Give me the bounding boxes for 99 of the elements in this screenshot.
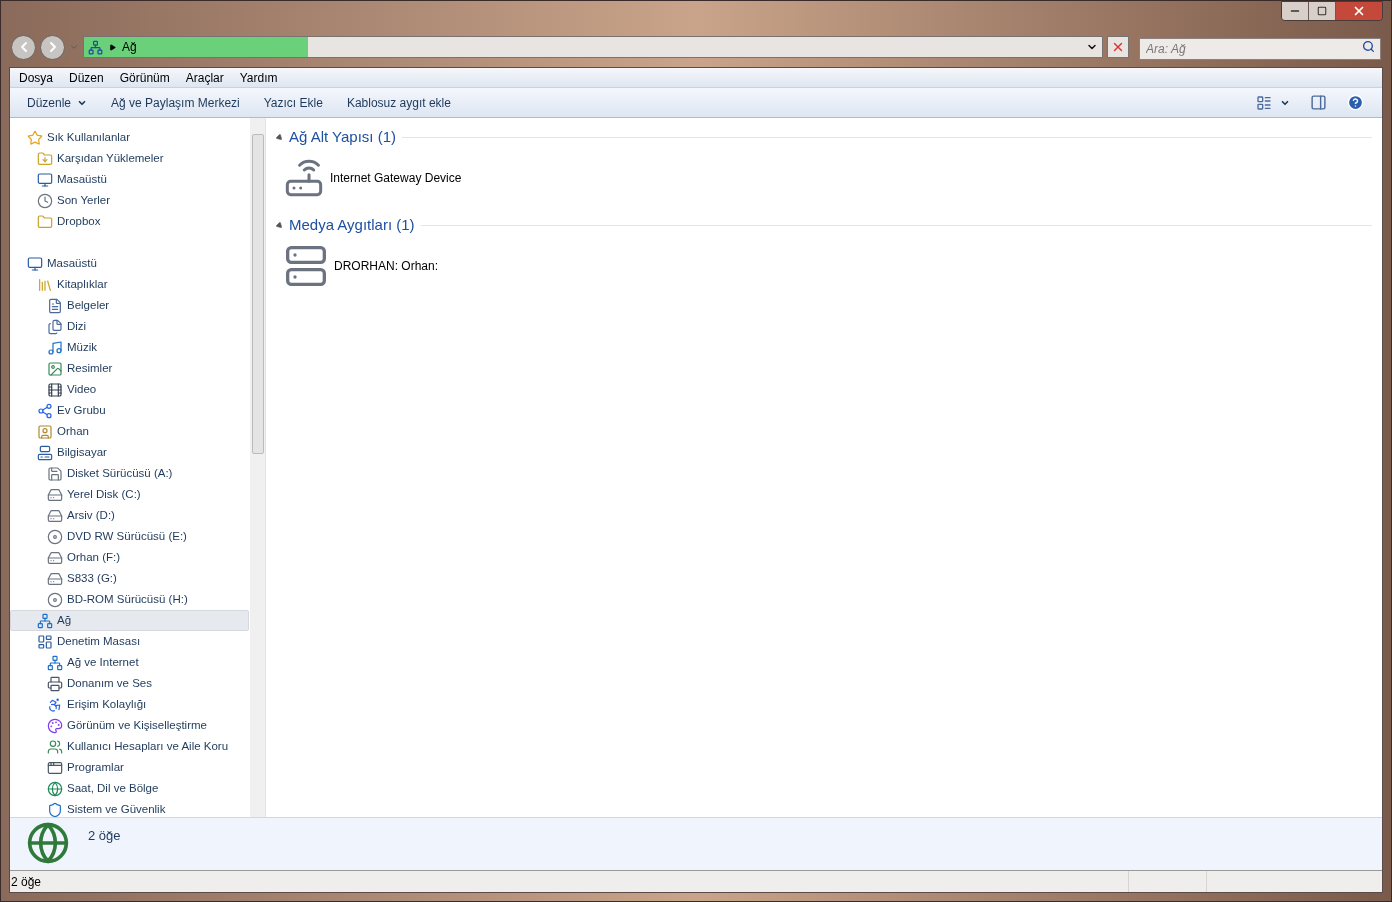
address-bar[interactable]: Ağ	[83, 36, 1103, 58]
navigation-item[interactable]: Disket Sürücüsü (A:)	[10, 463, 249, 484]
media-server-icon	[284, 244, 328, 288]
navigation-item[interactable]: Sistem ve Güvenlik	[10, 799, 249, 820]
navigation-item[interactable]: Denetim Masası	[10, 631, 249, 652]
user-folder-icon	[37, 423, 53, 440]
navigation-item[interactable]: Ağ	[10, 610, 249, 631]
navigation-item[interactable]: Müzik	[10, 337, 249, 358]
download-folder-icon	[37, 150, 53, 167]
navigation-item[interactable]: S833 (G:)	[10, 568, 249, 589]
navigation-item[interactable]: Orhan	[10, 421, 249, 442]
help-icon[interactable]	[1347, 94, 1364, 111]
music-note-icon	[47, 339, 63, 356]
navigation-item[interactable]: Dropbox	[10, 211, 249, 232]
palette-icon	[47, 717, 63, 734]
navigation-item[interactable]: Programlar	[10, 757, 249, 778]
command-button[interactable]: Yazıcı Ekle	[254, 93, 332, 112]
group-header[interactable]: Ağ Alt Yapısı (1)	[289, 125, 396, 149]
computer-icon	[37, 444, 53, 461]
files-icon	[47, 318, 63, 335]
users-icon	[47, 738, 63, 755]
maximize-icon	[1317, 6, 1327, 16]
hard-drive-icon	[47, 549, 63, 566]
navigation-item[interactable]: Karşıdan Yüklemeler	[10, 148, 249, 169]
document-icon	[47, 297, 63, 314]
router-icon	[284, 158, 324, 198]
navigation-item[interactable]: Son Yerler	[10, 190, 249, 211]
navigation-item[interactable]: Ağ ve Internet	[10, 652, 249, 673]
network-icon	[47, 654, 63, 671]
close-icon	[1352, 4, 1366, 18]
menu-item[interactable]: Araçlar	[185, 68, 224, 87]
menu-item[interactable]: Düzen	[69, 68, 104, 87]
shield-icon	[47, 801, 63, 818]
network-globe-icon	[26, 821, 70, 865]
search-icon[interactable]	[1362, 40, 1375, 53]
minimize-button[interactable]	[1282, 2, 1309, 20]
navigation-item[interactable]: Kullanıcı Hesapları ve Aile Koru	[10, 736, 249, 757]
printer-icon	[47, 675, 63, 692]
command-button[interactable]: Kablosuz aygıt ekle	[337, 93, 460, 112]
navigation-item[interactable]: Dizi	[10, 316, 249, 337]
command-button[interactable]: Ağ ve Paylaşım Merkezi	[102, 93, 249, 112]
hard-drive-icon	[47, 486, 63, 503]
maximize-button[interactable]	[1309, 2, 1336, 20]
group-header[interactable]: Medya Aygıtları (1)	[289, 213, 415, 237]
device-item[interactable]: Internet Gateway Device	[276, 148, 468, 208]
preview-pane-icon[interactable]	[1310, 94, 1327, 111]
navigation-item[interactable]: Yerel Disk (C:)	[10, 484, 249, 505]
menu-item[interactable]: Dosya	[19, 68, 53, 87]
navigation-item[interactable]: Masaüstü	[10, 253, 249, 274]
disc-drive-icon	[47, 528, 63, 545]
library-icon	[37, 276, 53, 293]
clock-icon	[37, 192, 53, 209]
navigation-item[interactable]: DVD RW Sürücüsü (E:)	[10, 526, 249, 547]
navigation-item[interactable]: Bilgisayar	[10, 442, 249, 463]
organize-dropdown[interactable]: Düzenle	[18, 93, 97, 112]
monitor-icon	[27, 255, 43, 272]
navigation-item[interactable]: Video	[10, 379, 249, 400]
navigation-item[interactable]: Erişim Kolaylığı	[10, 694, 249, 715]
menu-item[interactable]: Yardım	[239, 68, 278, 87]
stop-button[interactable]	[1107, 36, 1129, 58]
breadcrumb-item[interactable]: Ağ	[122, 38, 137, 56]
breadcrumb-arrow-icon[interactable]	[109, 43, 116, 51]
programs-icon	[47, 759, 63, 776]
navigation-item[interactable]: Ev Grubu	[10, 400, 249, 421]
stop-icon	[1111, 40, 1125, 54]
navigation-item[interactable]: Sık Kullanılanlar	[10, 127, 249, 148]
monitor-icon	[37, 171, 53, 188]
item-count: 2 öğe	[88, 827, 121, 845]
navigation-item[interactable]: Kitaplıklar	[10, 274, 249, 295]
accessibility-icon	[47, 696, 63, 713]
view-options-icon[interactable]	[1256, 94, 1272, 111]
navigation-item[interactable]: Orhan (F:)	[10, 547, 249, 568]
search-field[interactable]: Ara: Ağ	[1139, 38, 1381, 60]
film-icon	[47, 381, 63, 398]
close-button[interactable]	[1336, 2, 1382, 20]
navigation-item[interactable]: Görünüm ve Kişiselleştirme	[10, 715, 249, 736]
navigation-item[interactable]: Donanım ve Ses	[10, 673, 249, 694]
scrollbar[interactable]	[250, 118, 265, 817]
folder-icon	[37, 213, 53, 230]
network-icon	[88, 39, 103, 55]
device-item[interactable]: DRORHAN: Orhan:	[276, 236, 445, 296]
back-button[interactable]	[11, 34, 36, 60]
expanded-arrow-icon[interactable]	[274, 220, 285, 230]
navigation-item[interactable]: Resimler	[10, 358, 249, 379]
menu-item[interactable]: Görünüm	[119, 68, 170, 87]
star-icon	[27, 129, 43, 146]
navigation-item[interactable]: BD-ROM Sürücüsü (H:)	[10, 589, 249, 610]
hard-drive-icon	[47, 507, 63, 524]
picture-icon	[47, 360, 63, 377]
disc-drive-icon	[47, 591, 63, 608]
navigation-item[interactable]: Masaüstü	[10, 169, 249, 190]
hard-drive-icon	[47, 570, 63, 587]
navigation-item[interactable]: Arsiv (D:)	[10, 505, 249, 526]
status-text: 2 öğe	[10, 873, 43, 891]
expanded-arrow-icon[interactable]	[274, 132, 285, 142]
forward-button[interactable]	[40, 34, 65, 60]
navigation-item[interactable]: Belgeler	[10, 295, 249, 316]
navigation-item[interactable]: Saat, Dil ve Bölge	[10, 778, 249, 799]
network-icon	[37, 612, 53, 629]
